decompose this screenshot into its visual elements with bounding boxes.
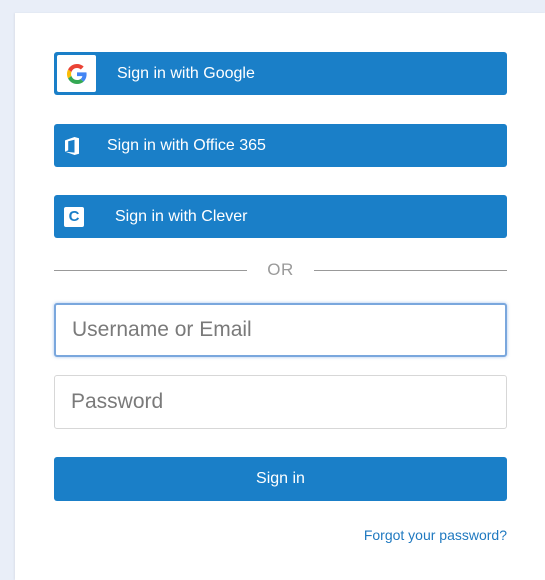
or-divider: OR bbox=[54, 258, 507, 282]
sign-in-button-label: Sign in bbox=[256, 470, 305, 487]
login-card: Sign in with Google Sign in with Office … bbox=[15, 13, 545, 580]
office-365-icon bbox=[64, 136, 80, 156]
sign-in-with-google-button[interactable]: Sign in with Google bbox=[54, 52, 507, 95]
divider-line-right bbox=[313, 269, 507, 271]
password-input[interactable] bbox=[54, 375, 507, 429]
google-button-label: Sign in with Google bbox=[117, 64, 255, 82]
forgot-password-link[interactable]: Forgot your password? bbox=[364, 527, 507, 543]
username-or-email-input[interactable] bbox=[54, 303, 507, 357]
clever-button-label: Sign in with Clever bbox=[115, 207, 248, 225]
sign-in-with-clever-button[interactable]: C Sign in with Clever bbox=[54, 195, 507, 238]
divider-line-left bbox=[54, 269, 248, 271]
sign-in-button[interactable]: Sign in bbox=[54, 457, 507, 501]
sign-in-with-office-365-button[interactable]: Sign in with Office 365 bbox=[54, 124, 507, 167]
google-logo-icon bbox=[57, 55, 96, 92]
clever-icon: C bbox=[64, 206, 84, 227]
or-label: OR bbox=[267, 260, 294, 279]
clever-icon-letter: C bbox=[68, 208, 80, 225]
office-365-button-label: Sign in with Office 365 bbox=[107, 136, 266, 154]
